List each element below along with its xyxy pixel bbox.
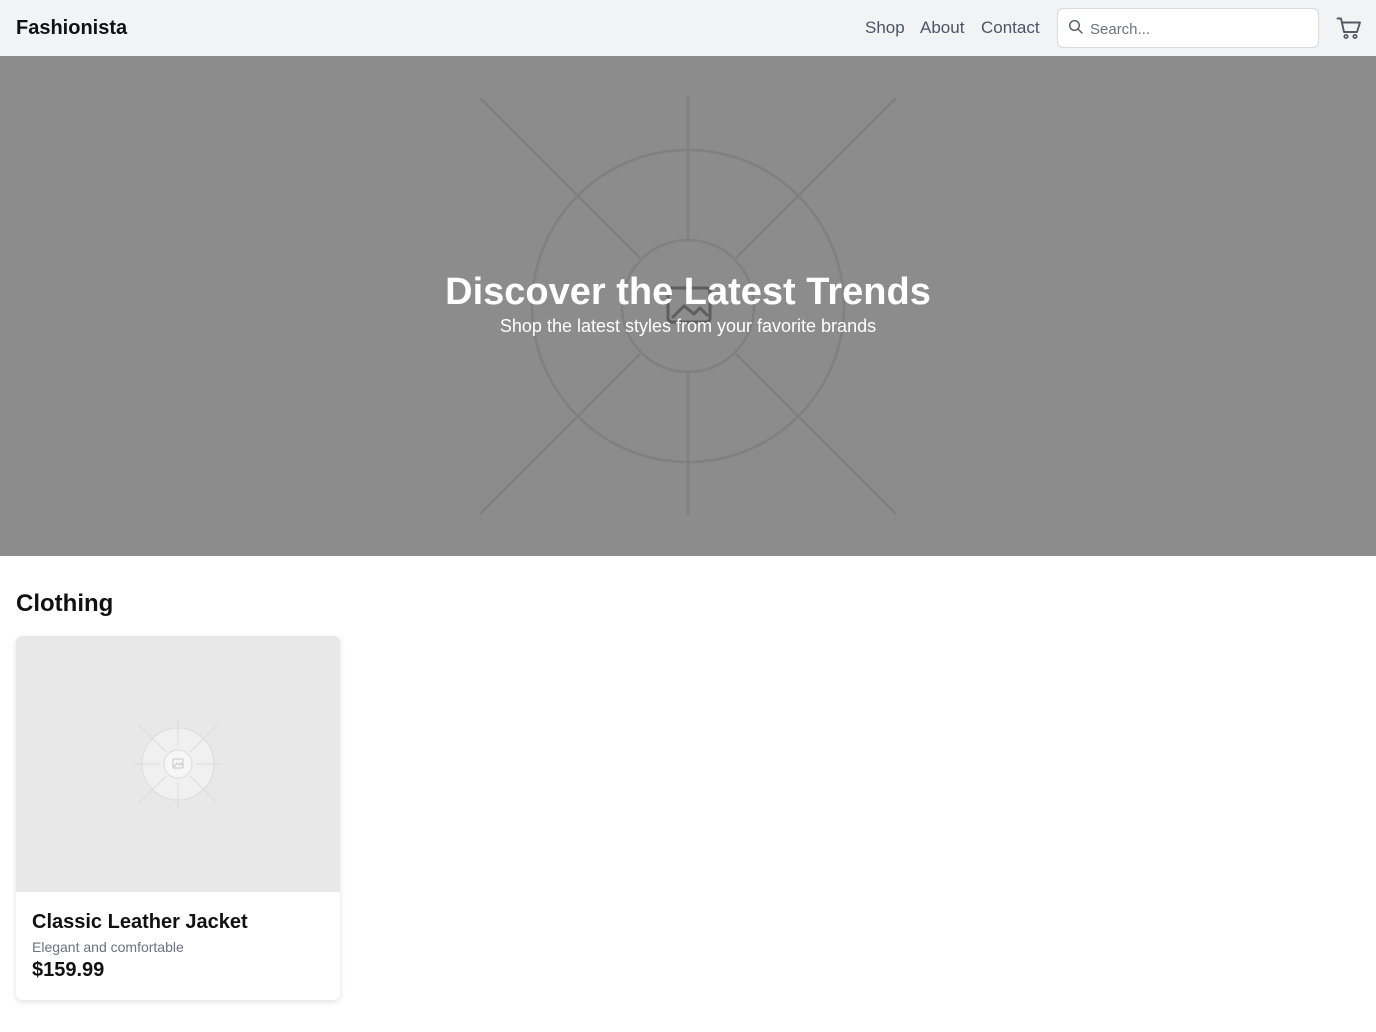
product-description: Elegant and comfortable <box>32 939 184 955</box>
search-box <box>1057 8 1319 48</box>
hero-title: Discover the Latest Trends <box>445 271 931 313</box>
nav-link-shop[interactable]: Shop <box>865 18 905 38</box>
product-card[interactable]: Classic Leather Jacket Elegant and comfo… <box>16 636 340 1000</box>
product-name[interactable]: Classic Leather Jacket <box>32 910 248 934</box>
cart-icon[interactable] <box>1336 16 1362 40</box>
section-title-clothing: Clothing <box>16 590 114 617</box>
top-navigation-bar: Fashionista Shop About Contact <box>0 0 1376 56</box>
search-icon <box>1068 19 1083 34</box>
hero-banner: Discover the Latest Trends Shop the late… <box>0 56 1376 556</box>
nav-link-about[interactable]: About <box>920 18 964 38</box>
product-price: $159.99 <box>32 959 105 981</box>
search-input[interactable] <box>1090 18 1310 40</box>
hero-subtitle: Shop the latest styles from your favorit… <box>499 316 877 336</box>
nav-link-contact[interactable]: Contact <box>981 18 1040 38</box>
placeholder-image-icon <box>134 720 222 808</box>
brand-logo[interactable]: Fashionista <box>16 16 127 40</box>
product-image <box>16 636 340 892</box>
